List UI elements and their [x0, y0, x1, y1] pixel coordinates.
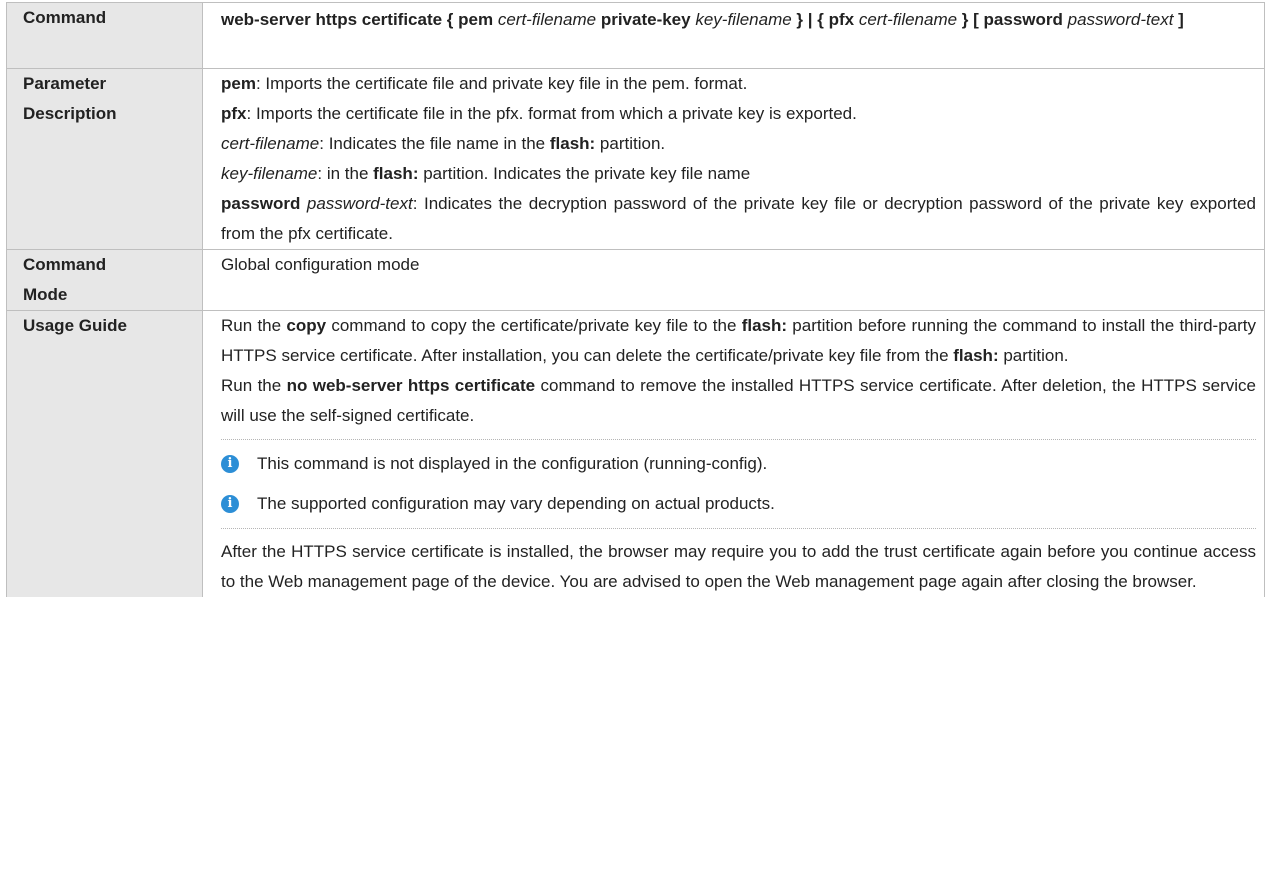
text-segment: Run the [221, 376, 287, 395]
text-segment: command to copy the certificate/private … [326, 316, 742, 335]
label-parameter-line2: Description [23, 104, 117, 123]
text-segment: : in the [317, 164, 374, 183]
note-text: This command is not displayed in the con… [257, 454, 768, 473]
label-mode-line1: Command [23, 255, 107, 274]
bold-term: } [957, 10, 969, 29]
usage-para-1: Run the copy command to copy the certifi… [221, 311, 1256, 371]
label-mode-line2: Mode [23, 285, 68, 304]
param-line: pem: Imports the certificate file and pr… [221, 69, 1256, 99]
label-command: Command [6, 2, 203, 69]
text-segment: : Indicates the file name in the [319, 134, 550, 153]
info-icon: i [221, 455, 239, 473]
text-segment: partition. [595, 134, 666, 153]
bold-term: } | { pfx [791, 10, 859, 29]
bold-term: no web-server https certificate [286, 376, 536, 395]
bold-term: flash: [953, 346, 999, 365]
bold-term: pem [221, 74, 256, 93]
command-syntax-text: web-server https certificate { pem cert-… [221, 10, 1184, 29]
notes-block: i This command is not displayed in the c… [221, 439, 1256, 529]
label-command-text: Command [23, 8, 107, 27]
italic-term: cert-filename [221, 134, 320, 153]
param-line: password password-text: Indicates the de… [221, 189, 1256, 249]
note-item: i The supported configuration may vary d… [221, 484, 1256, 524]
command-syntax: web-server https certificate { pem cert-… [202, 2, 1265, 69]
row-command: Command web-server https certificate { p… [6, 2, 1265, 69]
command-mode: Global configuration mode [202, 249, 1265, 311]
label-usage-guide: Usage Guide [6, 310, 203, 597]
italic-term: cert-filename [497, 10, 597, 29]
row-command-mode: Command Mode Global configuration mode [6, 249, 1265, 311]
text-segment: partition. [998, 346, 1069, 365]
row-parameter-description: Parameter Description pem: Imports the c… [6, 68, 1265, 250]
bold-term: [ password [968, 10, 1068, 29]
label-parameter-description: Parameter Description [6, 68, 203, 250]
bold-term: flash: [741, 316, 788, 335]
italic-term: cert-filename [858, 10, 958, 29]
text-segment: : Imports the certificate file in the pf… [246, 104, 857, 123]
bold-term: flash: [373, 164, 419, 183]
bold-term: private-key [596, 10, 696, 29]
usage-guide: Run the copy command to copy the certifi… [202, 310, 1265, 597]
label-command-mode: Command Mode [6, 249, 203, 311]
text-segment: Run the [221, 316, 287, 335]
bold-term: copy [286, 316, 327, 335]
text-segment: : Imports the certificate file and priva… [255, 74, 748, 93]
bold-term: password [221, 194, 301, 213]
row-usage-guide: Usage Guide Run the copy command to copy… [6, 310, 1265, 597]
bold-term: ] [1173, 10, 1184, 29]
param-line: cert-filename: Indicates the file name i… [221, 129, 1256, 159]
param-line: pfx: Imports the certificate file in the… [221, 99, 1256, 129]
bold-term: pfx [221, 104, 247, 123]
info-icon: i [221, 495, 239, 513]
bold-term: flash: [549, 134, 596, 153]
usage-para-2: Run the no web-server https certificate … [221, 371, 1256, 431]
label-parameter-line1: Parameter [23, 74, 107, 93]
note-text: The supported configuration may vary dep… [257, 494, 775, 513]
param-line: key-filename: in the flash: partition. I… [221, 159, 1256, 189]
usage-para-3: After the HTTPS service certificate is i… [221, 542, 1256, 591]
label-usage-guide-text: Usage Guide [23, 316, 127, 335]
note-item: i This command is not displayed in the c… [221, 444, 1256, 484]
italic-term: password-text [1067, 10, 1174, 29]
command-mode-text: Global configuration mode [221, 255, 420, 274]
parameter-description: pem: Imports the certificate file and pr… [202, 68, 1265, 250]
italic-term: key-filename [221, 164, 318, 183]
bold-term: web-server https certificate { pem [221, 10, 498, 29]
command-reference-table: Command web-server https certificate { p… [6, 2, 1265, 597]
italic-term: password-text [306, 194, 413, 213]
text-segment: partition. Indicates the private key fil… [418, 164, 751, 183]
italic-term: key-filename [695, 10, 792, 29]
